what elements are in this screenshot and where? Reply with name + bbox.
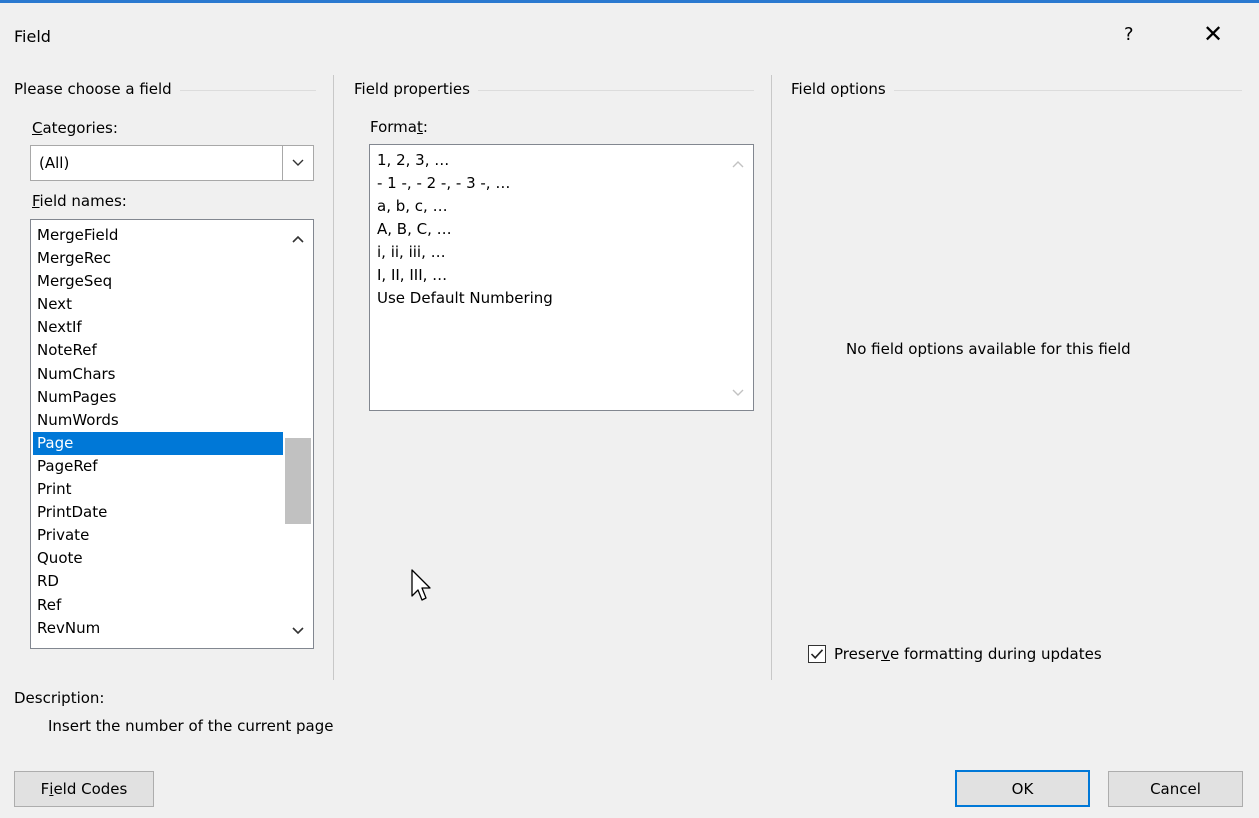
field-names-listbox[interactable]: MergeField MergeRec MergeSeq Next NextIf Note…: [30, 219, 314, 649]
field-name-item[interactable]: MergeSeq: [33, 270, 283, 293]
preserve-formatting-checkbox[interactable]: [808, 645, 826, 663]
scroll-up-icon: [725, 153, 751, 175]
description-heading: Description:: [14, 689, 105, 707]
field-codes-button[interactable]: Fi eld Codes: [14, 771, 154, 807]
field-name-item[interactable]: PageRef: [33, 455, 283, 478]
categories-label: Categories:: [32, 119, 118, 137]
format-item[interactable]: I, II, III, …: [374, 264, 724, 287]
field-name-item[interactable]: NextIf: [33, 316, 283, 339]
format-scrollbar: [725, 147, 751, 408]
field-name-item[interactable]: Next: [33, 293, 283, 316]
group-label-options: Field options: [791, 80, 894, 98]
separator-left: [333, 75, 334, 680]
group-label-choose: Please choose a field: [14, 80, 180, 98]
preserve-formatting-option[interactable]: Preserve formatting during updates: [808, 645, 1102, 663]
format-item[interactable]: A, B, C, …: [374, 218, 724, 241]
format-label: Format:: [370, 118, 428, 136]
format-item[interactable]: 1, 2, 3, …: [374, 149, 724, 172]
help-button[interactable]: ?: [1124, 24, 1134, 45]
scroll-down-icon: [725, 382, 751, 404]
close-button[interactable]: ✕: [1203, 20, 1223, 48]
field-names-label: Field names:: [32, 192, 127, 210]
scroll-up-icon[interactable]: [285, 228, 311, 250]
field-name-item[interactable]: Ref: [33, 594, 283, 617]
scroll-down-icon[interactable]: [285, 620, 311, 642]
field-name-item[interactable]: NumWords: [33, 409, 283, 432]
format-item[interactable]: a, b, c, …: [374, 195, 724, 218]
field-name-item[interactable]: PrintDate: [33, 501, 283, 524]
description-text: Insert the number of the current page: [48, 717, 334, 735]
field-name-item[interactable]: NumPages: [33, 386, 283, 409]
field-names-scrollbar[interactable]: [285, 222, 311, 646]
format-item[interactable]: i, ii, iii, …: [374, 241, 724, 264]
field-name-item[interactable]: MergeRec: [33, 247, 283, 270]
field-name-item[interactable]: RD: [33, 570, 283, 593]
chevron-down-icon[interactable]: [282, 146, 313, 180]
group-label-properties: Field properties: [354, 80, 478, 98]
field-name-item[interactable]: RevNum: [33, 617, 283, 640]
cancel-button[interactable]: Cancel: [1108, 771, 1243, 807]
window-top-border: [0, 0, 1259, 3]
format-item[interactable]: - 1 -, - 2 -, - 3 -, …: [374, 172, 724, 195]
field-name-item[interactable]: Print: [33, 478, 283, 501]
categories-combobox[interactable]: (All): [30, 145, 314, 181]
preserve-formatting-label: Preserve formatting during updates: [834, 645, 1102, 663]
format-listbox[interactable]: 1, 2, 3, … - 1 -, - 2 -, - 3 -, … a, b, c,…: [369, 144, 754, 411]
separator-right: [771, 75, 772, 680]
field-name-item[interactable]: Page: [33, 431, 283, 455]
no-options-message: No field options available for this fiel…: [846, 340, 1131, 358]
dialog-title: Field: [14, 27, 51, 46]
field-names-items: MergeField MergeRec MergeSeq Next NextIf Note…: [33, 224, 283, 640]
scrollbar-thumb[interactable]: [285, 438, 311, 524]
categories-value: (All): [39, 154, 70, 172]
format-item[interactable]: Use Default Numbering: [374, 287, 724, 310]
mouse-pointer-icon: [410, 568, 434, 608]
field-name-item[interactable]: NoteRef: [33, 339, 283, 362]
field-name-item[interactable]: NumChars: [33, 363, 283, 386]
field-name-item[interactable]: Private: [33, 524, 283, 547]
field-name-item[interactable]: MergeField: [33, 224, 283, 247]
checkmark-icon: [810, 649, 824, 659]
ok-button[interactable]: OK: [955, 770, 1090, 807]
field-name-item[interactable]: Quote: [33, 547, 283, 570]
format-items: 1, 2, 3, … - 1 -, - 2 -, - 3 -, … a, b, c,…: [374, 149, 724, 310]
